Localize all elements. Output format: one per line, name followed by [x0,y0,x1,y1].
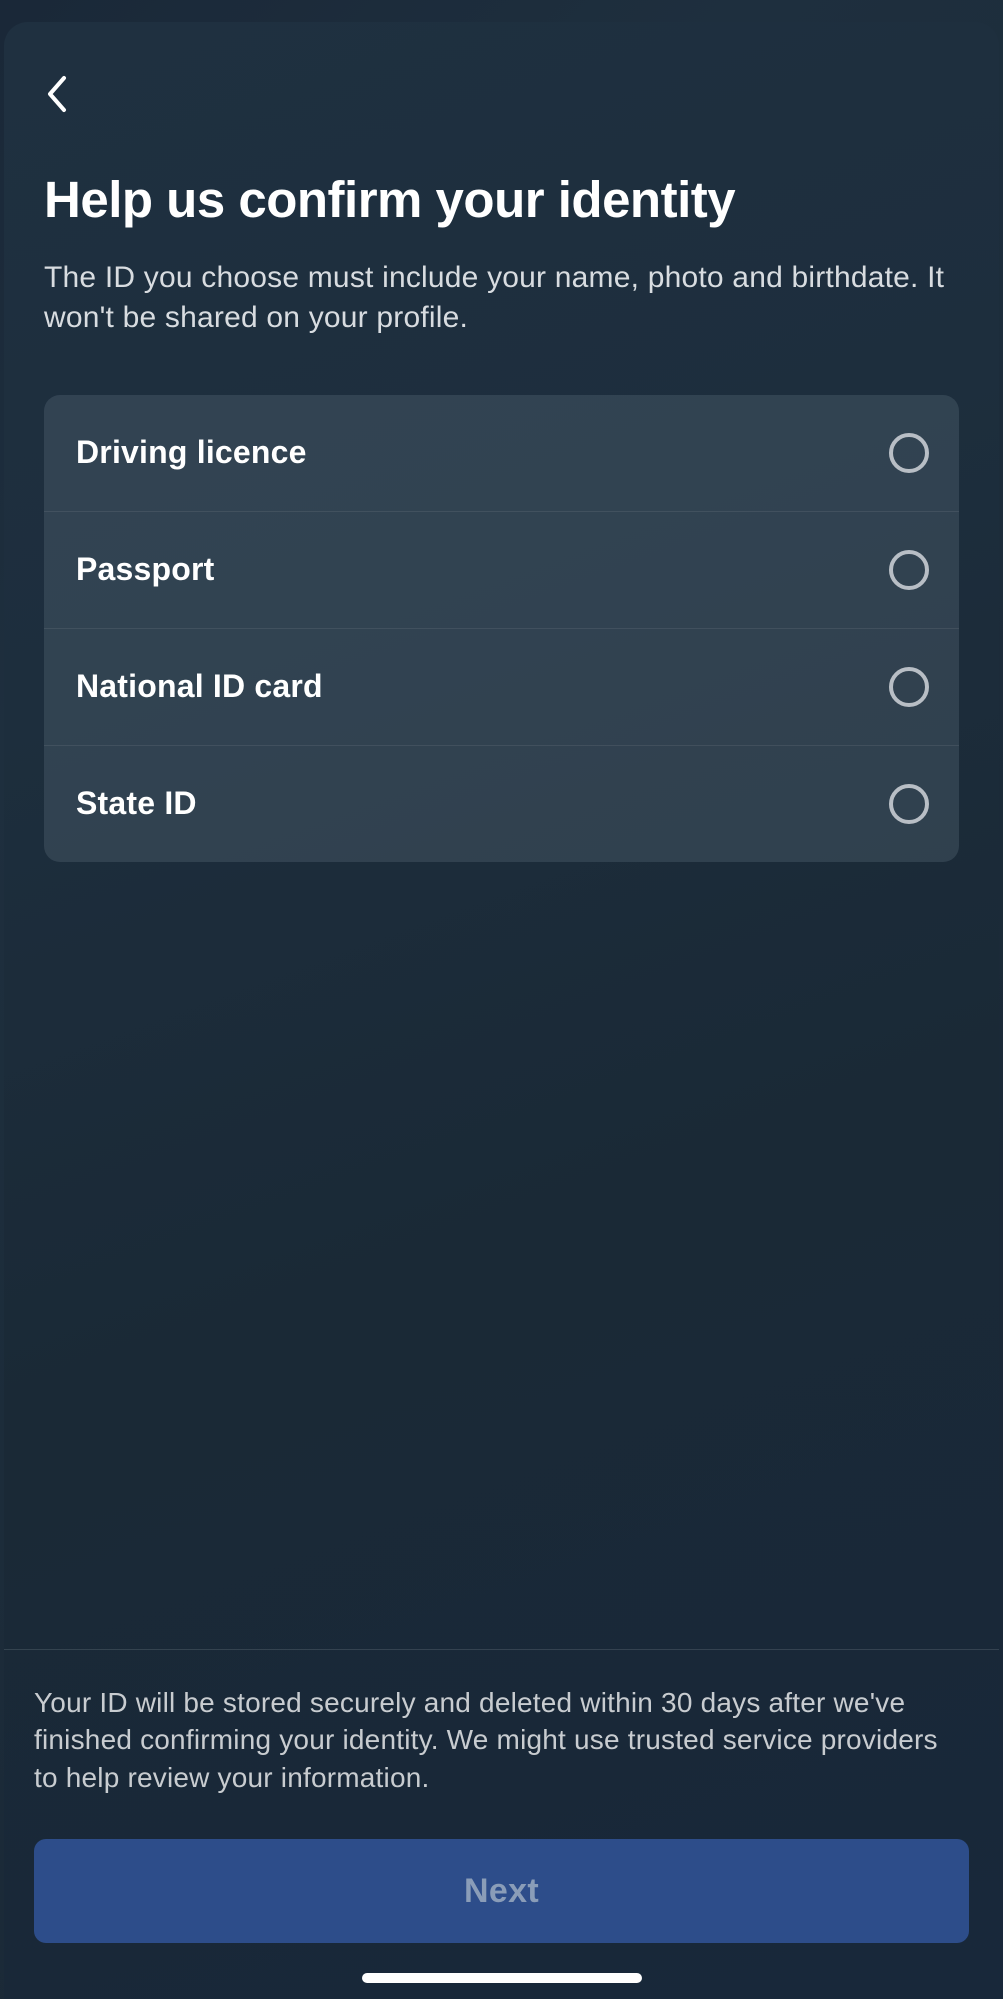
modal-overlay: Help us confirm your identity The ID you… [0,0,1003,1999]
option-driving-licence[interactable]: Driving licence [44,395,959,512]
radio-unchecked-icon [889,550,929,590]
footer-disclaimer: Your ID will be stored securely and dele… [34,1684,969,1797]
header-area: Help us confirm your identity The ID you… [4,22,999,339]
option-label: State ID [76,785,197,822]
radio-unchecked-icon [889,784,929,824]
radio-unchecked-icon [889,433,929,473]
option-label: National ID card [76,668,323,705]
radio-unchecked-icon [889,667,929,707]
option-passport[interactable]: Passport [44,512,959,629]
next-button[interactable]: Next [34,1839,969,1943]
option-national-id[interactable]: National ID card [44,629,959,746]
chevron-left-icon [42,74,70,114]
home-indicator[interactable] [362,1973,642,1983]
id-options-list: Driving licence Passport National ID car… [44,395,959,862]
option-label: Passport [76,551,215,588]
option-state-id[interactable]: State ID [44,746,959,862]
next-button-label: Next [464,1872,539,1911]
back-button[interactable] [36,74,76,114]
option-label: Driving licence [76,434,307,471]
page-title: Help us confirm your identity [44,171,959,230]
page-subtitle: The ID you choose must include your name… [44,258,959,339]
footer-area: Your ID will be stored securely and dele… [4,1649,999,1999]
modal-sheet: Help us confirm your identity The ID you… [4,22,999,1999]
